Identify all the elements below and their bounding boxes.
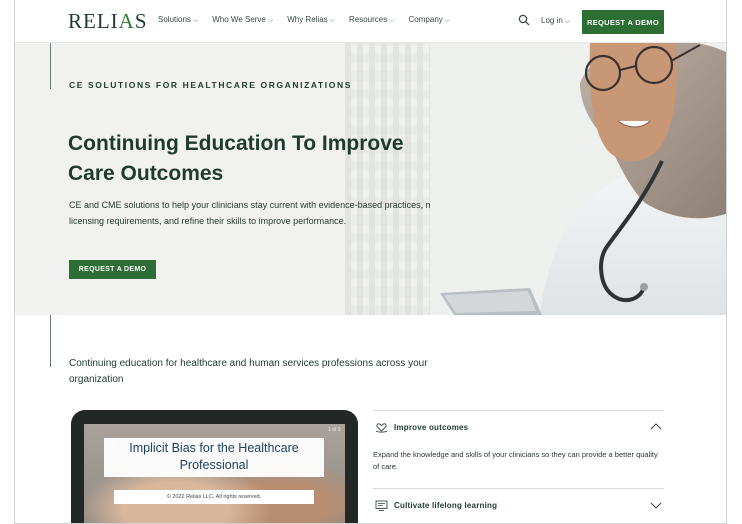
login-link[interactable]: Log in ⌵ <box>541 16 570 26</box>
accordion-header[interactable]: Improve outcomes <box>373 421 664 435</box>
nav-item-why-relias[interactable]: Why Relias ⌵ <box>287 15 335 25</box>
accordion-title: Cultivate lifelong learning <box>394 501 498 510</box>
heart-hands-icon <box>375 423 388 433</box>
chevron-down-icon: ⌵ <box>192 17 199 24</box>
hero-description: CE and CME solutions to help your clinic… <box>69 200 446 226</box>
screen-learning-icon <box>375 500 388 511</box>
chevron-down-icon: ⌵ <box>329 17 335 24</box>
slide-title: Implicit Bias for the Healthcare Profess… <box>129 441 299 472</box>
hero-eyebrow: CE SOLUTIONS FOR HEALTHCARE ORGANIZATION… <box>69 80 352 90</box>
page-frame: RELIAS Solutions ⌵ Who We Serve ⌵ Why Reli… <box>14 0 727 524</box>
request-demo-button-header[interactable]: REQUEST A DEMO <box>582 10 664 34</box>
nav-item-company[interactable]: Company ⌵ <box>409 15 451 25</box>
accordion-item-cultivate-learning: Cultivate lifelong learning <box>373 488 664 523</box>
video-screen[interactable]: ☰ 1 of 9 Implicit Bias for the Healthcar… <box>84 424 345 523</box>
main-menu: Solutions ⌵ Who We Serve ⌵ Why Relias ⌵ Res… <box>158 15 450 25</box>
chevron-down-icon: ⌵ <box>564 18 571 25</box>
clinician-photo <box>430 43 726 315</box>
nav-item-who-we-serve[interactable]: Who We Serve ⌵ <box>212 15 273 25</box>
section-intro-text: Continuing education for healthcare and … <box>69 358 428 385</box>
chevron-up-icon[interactable] <box>650 421 662 433</box>
chevron-down-icon[interactable] <box>650 499 662 511</box>
chevron-down-icon: ⌵ <box>389 17 395 24</box>
chevron-down-icon: ⌵ <box>267 17 274 24</box>
search-icon[interactable] <box>518 14 530 26</box>
accordion-title: Improve outcomes <box>394 423 469 432</box>
nav-item-solutions[interactable]: Solutions ⌵ <box>158 15 198 25</box>
video-player-tablet[interactable]: ☰ 1 of 9 Implicit Bias for the Healthcar… <box>71 410 358 523</box>
chevron-down-icon: ⌵ <box>444 17 451 24</box>
nav-item-resources[interactable]: Resources ⌵ <box>349 15 395 25</box>
section-accent-rule <box>50 315 51 367</box>
slide-copyright: © 2022 Relias LLC. All rights reserved. <box>114 490 314 504</box>
relias-logo[interactable]: RELIAS <box>68 9 148 34</box>
accordion-body: Expand the knowledge and skills of your … <box>373 450 658 471</box>
top-navigation: RELIAS Solutions ⌵ Who We Serve ⌵ Why Reli… <box>15 0 726 43</box>
hero-accent-rule <box>50 43 51 89</box>
accordion-header[interactable]: Cultivate lifelong learning <box>373 499 664 513</box>
hero-banner: CE SOLUTIONS FOR HEALTHCARE ORGANIZATION… <box>15 43 726 315</box>
hero-title: Continuing Education To Improve Care Out… <box>68 132 404 185</box>
accordion-item-improve-outcomes: Improve outcomes Expand the knowledge an… <box>373 410 664 488</box>
slide-counter: 1 of 9 <box>328 427 341 433</box>
request-demo-button-hero[interactable]: REQUEST A DEMO <box>69 260 156 279</box>
